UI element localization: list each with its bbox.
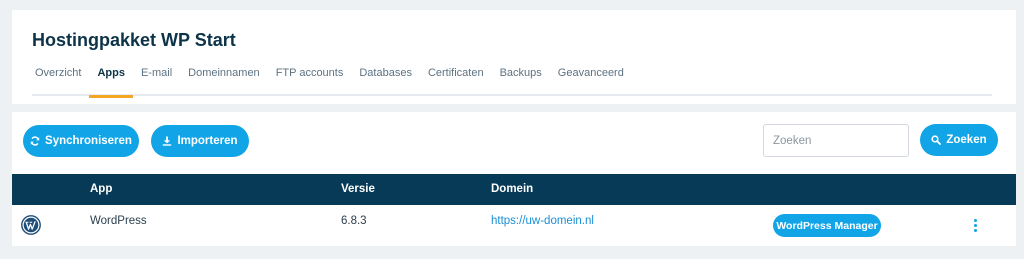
- sync-button[interactable]: Synchroniseren: [23, 125, 139, 157]
- download-icon: [163, 136, 172, 146]
- kebab-menu-icon[interactable]: [968, 214, 982, 236]
- package-header-card: Hostingpakket WP Start Overzicht Apps E-…: [12, 10, 1016, 104]
- tab-databases[interactable]: Databases: [351, 66, 420, 96]
- search-button[interactable]: Zoeken: [920, 124, 998, 156]
- tab-certificaten[interactable]: Certificaten: [420, 66, 492, 96]
- wordpress-manager-button[interactable]: WordPress Manager: [773, 214, 881, 237]
- tab-apps[interactable]: Apps: [89, 66, 133, 98]
- column-header-domain: Domein: [491, 183, 534, 195]
- app-domain-link[interactable]: https://uw-domein.nl: [491, 215, 594, 227]
- tab-geavanceerd[interactable]: Geavanceerd: [550, 66, 632, 96]
- sync-button-label: Synchroniseren: [45, 135, 132, 147]
- app-version: 6.8.3: [341, 215, 367, 227]
- column-header-app: App: [90, 183, 113, 195]
- search-icon: [931, 135, 942, 145]
- page-title: Hostingpakket WP Start: [32, 30, 236, 50]
- search-input[interactable]: [763, 124, 909, 157]
- tab-email[interactable]: E-mail: [133, 66, 180, 96]
- tab-ftp-accounts[interactable]: FTP accounts: [268, 66, 352, 96]
- tab-bar: Overzicht Apps E-mail Domeinnamen FTP ac…: [32, 66, 992, 98]
- import-button-label: Importeren: [177, 135, 238, 147]
- sync-icon: [30, 136, 40, 146]
- column-header-version: Versie: [341, 183, 375, 195]
- import-button[interactable]: Importeren: [151, 125, 249, 157]
- search-button-label: Zoeken: [946, 134, 987, 146]
- apps-panel: Synchroniseren Importeren Zoeken App Ver…: [12, 112, 1016, 246]
- tab-overzicht[interactable]: Overzicht: [32, 66, 89, 96]
- table-header: App Versie Domein: [12, 174, 1016, 205]
- app-name: WordPress: [90, 215, 147, 227]
- tab-domeinnamen[interactable]: Domeinnamen: [180, 66, 268, 96]
- wordpress-icon: [21, 215, 41, 235]
- tab-backups[interactable]: Backups: [492, 66, 550, 96]
- table-row: WordPress 6.8.3 https://uw-domein.nl Wor…: [12, 205, 1016, 246]
